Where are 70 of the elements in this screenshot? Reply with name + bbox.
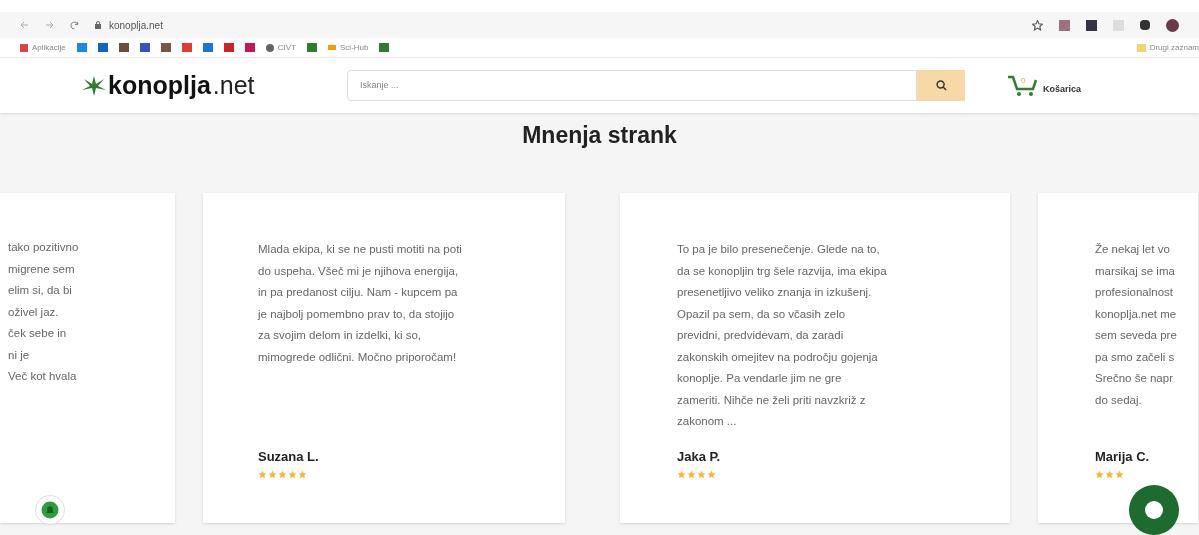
review-text: pa smo začeli s [1095, 349, 1176, 365]
bookmark-link[interactable]: CIVT [265, 41, 297, 54]
lock-icon [95, 21, 101, 29]
star-icon [1115, 470, 1124, 479]
star-icon [697, 470, 706, 479]
review-text: Več kot hvala [8, 369, 78, 384]
url-text: konoplja.net [109, 18, 163, 33]
review-text: presenetljivo veliko znanja in izkušenj. [677, 285, 873, 300]
reviewer-name: Jaka P. [677, 447, 722, 466]
review-text: previdni, predvidevam, da zaradi [677, 328, 845, 343]
review-text: marsikaj se ima [1095, 263, 1176, 279]
cart-icon [1007, 74, 1039, 97]
review-text: Že nekaj let vo [1095, 242, 1171, 257]
star-icon [298, 470, 307, 479]
star-icon [677, 470, 686, 479]
review-text: oživel jaz. [8, 304, 60, 320]
review-text: Opazil pa sem, da so včasih zelo [677, 306, 847, 322]
review-text: in pa predanost cilju. Nam - kupcem pa [258, 285, 459, 300]
review-text: To pa je bilo presenečenje. Glede na to, [677, 242, 881, 257]
reviewer-name: Marija C. [1095, 447, 1151, 466]
star-icon [288, 470, 297, 479]
globe-icon [265, 43, 274, 52]
leaf-icon [82, 75, 106, 96]
review-text: da se konopljin trg šele razvija, ima ekipa [677, 263, 888, 279]
star-icon [1095, 470, 1104, 479]
folder-icon [1136, 43, 1146, 52]
review-text: tako pozitivno [8, 240, 80, 255]
star-icon [258, 470, 267, 479]
extension-icon[interactable] [1086, 19, 1097, 31]
search-icon [935, 80, 947, 91]
star-icon[interactable] [1032, 19, 1043, 31]
review-text: sem seveda pre [1095, 328, 1178, 343]
review-text: zakonskih omejitev na področju gojenja [677, 349, 879, 365]
site-logo[interactable]: konoplja.net [82, 66, 322, 105]
bookmark-link[interactable]: Drugi zaznam [1136, 41, 1199, 54]
avatar-icon[interactable] [1166, 18, 1179, 32]
reviewer-name: Suzana L. [258, 447, 320, 466]
review-text: mimogrede odlični. Močno priporočam! [258, 349, 458, 365]
review-text: profesionalnost [1095, 285, 1174, 300]
chat-icon [1145, 501, 1163, 519]
review-text: Srečno še napr [1095, 371, 1174, 386]
cart-label: Košarica [1043, 83, 1082, 96]
search-button[interactable] [917, 70, 965, 101]
star-icon [707, 470, 716, 479]
review-text: je najbolj pomembno prav to, da stojijo [258, 306, 456, 322]
review-text: elim si, da bi [8, 283, 73, 298]
section-title: Mnenja strank [522, 121, 677, 150]
cart-count: 0 [1021, 74, 1026, 87]
review-text: do uspeha. Všeč mi je njihova energija, [258, 263, 460, 279]
search-field[interactable]: Iskanje ... [347, 70, 917, 101]
review-text: zameriti. Nihče ne želi priti navzkriž z [677, 392, 867, 408]
review-text: konoplje. Pa vendarle jim ne gre [677, 371, 843, 386]
star-icon [687, 470, 696, 479]
star-icon [278, 470, 287, 479]
review-text: ček sebe in [8, 326, 68, 341]
bookmark-link[interactable]: Aplikacije [20, 41, 66, 54]
review-text: za svojim delom in izdelki, ki so, [258, 328, 422, 343]
bell-icon [41, 501, 59, 519]
star-icon [1105, 470, 1114, 479]
cart-link[interactable]: 0 Košarica [1007, 74, 1082, 97]
reload-icon[interactable] [70, 20, 79, 30]
review-text: Mlada ekipa, ki se ne pusti motiti na poti [258, 242, 463, 257]
review-text: ni je [8, 347, 31, 363]
review-text: migrene sem [8, 261, 76, 277]
review-text: zakonom ... [677, 414, 738, 429]
apps-icon [20, 43, 28, 52]
star-icon [268, 470, 277, 479]
review-text: konoplja.net me [1095, 306, 1178, 322]
bookmark-link[interactable]: Sci-Hub [328, 41, 369, 54]
review-text: do sedaj. [1095, 392, 1143, 408]
